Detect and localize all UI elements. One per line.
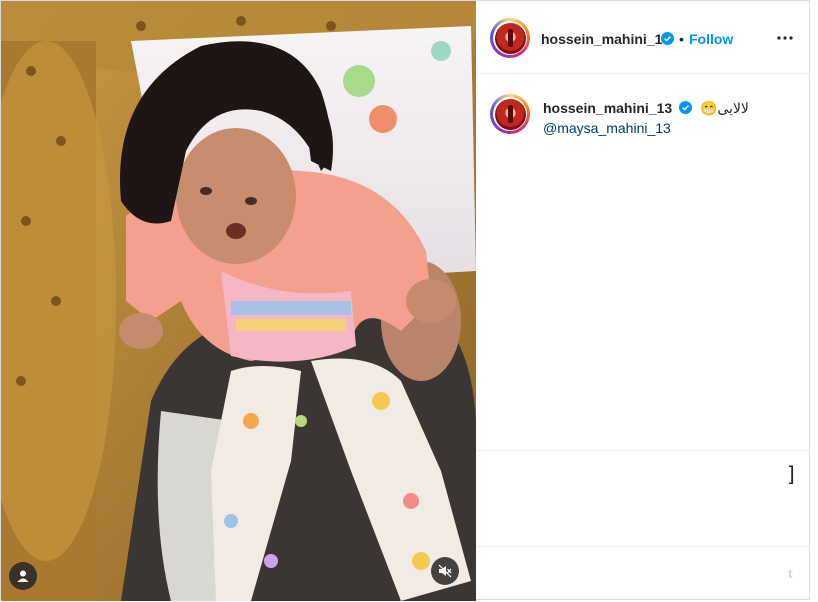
post-details-pane: hossein_mahini_13 • Follow hossein_mahin… — [476, 1, 811, 601]
post-comment-button[interactable]: t — [788, 566, 792, 581]
more-options-icon — [777, 36, 793, 40]
avatar-image — [494, 22, 526, 54]
video-frame — [1, 1, 476, 601]
post-caption: hossein_mahini_13 لالایی😁 @maysa_mahini_… — [543, 98, 793, 138]
more-options-button[interactable] — [775, 28, 795, 48]
user-tags-icon — [17, 570, 29, 582]
caption-mention-link[interactable]: @maysa_mahini_13 — [543, 118, 793, 138]
avatar-image — [494, 98, 526, 130]
post-header: hossein_mahini_13 • Follow — [476, 1, 811, 74]
caption-author-avatar[interactable] — [490, 94, 530, 134]
author-username[interactable]: hossein_mahini_13 — [541, 31, 670, 47]
user-tags-button[interactable] — [9, 562, 37, 590]
verified-badge-icon — [679, 101, 693, 114]
caption-username[interactable]: hossein_mahini_13 — [543, 100, 672, 116]
verified-badge-icon — [661, 32, 674, 45]
muted-speaker-icon — [438, 564, 452, 578]
audio-toggle-button[interactable] — [431, 557, 459, 585]
post-dialog: hossein_mahini_13 • Follow hossein_mahin… — [0, 0, 811, 601]
caption-text: لالایی😁 — [699, 100, 749, 116]
follow-button[interactable]: Follow — [689, 31, 733, 47]
author-avatar[interactable] — [490, 18, 530, 58]
comment-divider — [476, 546, 811, 547]
save-icon-fragment[interactable]: ] — [787, 462, 795, 486]
actions-divider — [476, 450, 811, 451]
post-video[interactable] — [1, 1, 476, 601]
separator-dot: • — [679, 31, 684, 47]
